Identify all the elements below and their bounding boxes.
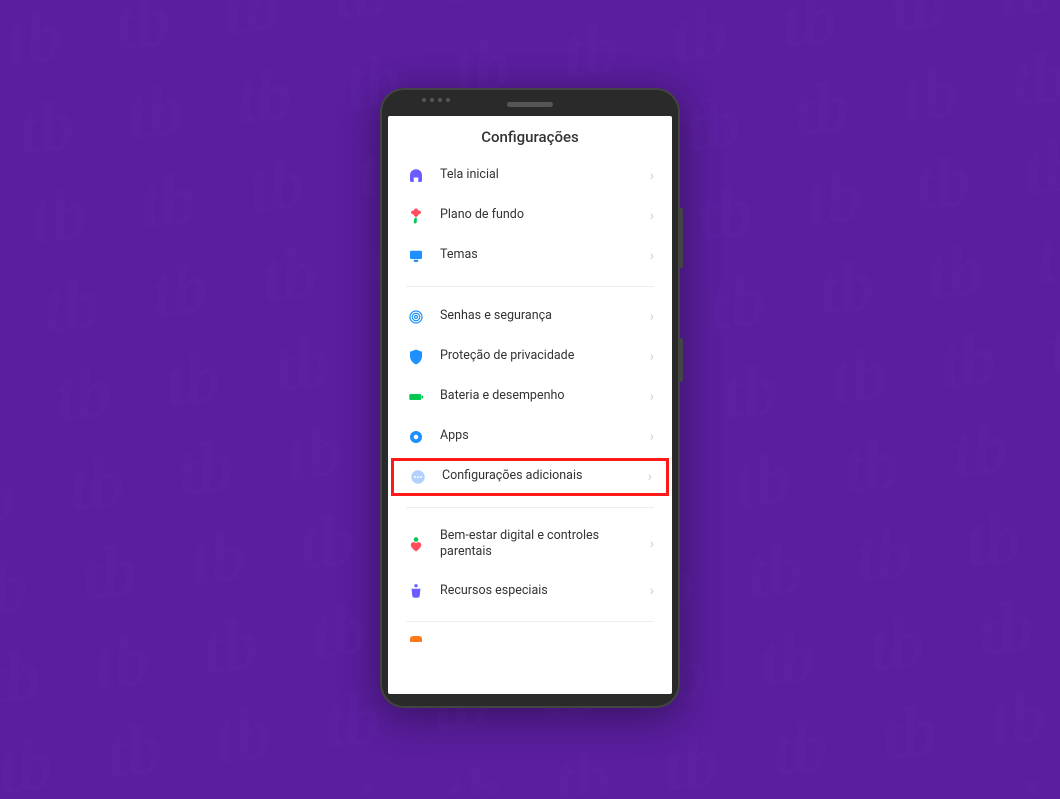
chevron-right-icon: › xyxy=(650,536,654,552)
chevron-right-icon: › xyxy=(650,168,654,184)
phone-speaker xyxy=(507,102,553,107)
settings-item-label: Recursos especiais xyxy=(440,583,636,600)
settings-item-label: Proteção de privacidade xyxy=(440,348,636,365)
settings-section: Senhas e segurança › Proteção de privaci… xyxy=(388,297,672,497)
chevron-right-icon: › xyxy=(650,309,654,325)
section-divider xyxy=(406,621,654,622)
gear-icon xyxy=(406,427,426,447)
section-divider xyxy=(406,286,654,287)
home-icon xyxy=(406,166,426,186)
volume-button xyxy=(680,208,683,268)
heart-person-icon xyxy=(406,534,426,554)
page-title: Configurações xyxy=(388,116,672,156)
dots-icon xyxy=(408,467,428,487)
settings-item-themes[interactable]: Temas › xyxy=(388,236,672,276)
bag-icon xyxy=(406,581,426,601)
phone-frame: Configurações Tela inicial › Plano de fu… xyxy=(380,88,680,708)
shield-icon xyxy=(406,347,426,367)
fingerprint-icon xyxy=(406,307,426,327)
unknown-icon xyxy=(406,632,426,642)
power-button xyxy=(680,338,683,382)
settings-item-wallpaper[interactable]: Plano de fundo › xyxy=(388,196,672,236)
settings-item-wellbeing[interactable]: Bem-estar digital e controles parentais … xyxy=(388,518,672,572)
settings-item-label: Temas xyxy=(440,247,636,264)
settings-item-label: Configurações adicionais xyxy=(442,468,634,485)
settings-item-additional[interactable]: Configurações adicionais › xyxy=(390,457,670,497)
chevron-right-icon: › xyxy=(650,429,654,445)
settings-item-peek[interactable] xyxy=(388,632,672,642)
chevron-right-icon: › xyxy=(650,583,654,599)
settings-item-apps[interactable]: Apps › xyxy=(388,417,672,457)
settings-item-label: Plano de fundo xyxy=(440,207,636,224)
chevron-right-icon: › xyxy=(650,208,654,224)
battery-icon xyxy=(406,387,426,407)
settings-item-special[interactable]: Recursos especiais › xyxy=(388,571,672,611)
settings-item-label: Bateria e desempenho xyxy=(440,388,636,405)
settings-item-security[interactable]: Senhas e segurança › xyxy=(388,297,672,337)
settings-item-label: Bem-estar digital e controles parentais xyxy=(440,528,636,562)
flower-icon xyxy=(406,206,426,226)
theme-icon xyxy=(406,246,426,266)
settings-item-label: Tela inicial xyxy=(440,167,636,184)
settings-section: Tela inicial › Plano de fundo › Temas › xyxy=(388,156,672,276)
chevron-right-icon: › xyxy=(650,389,654,405)
chevron-right-icon: › xyxy=(650,349,654,365)
settings-item-home[interactable]: Tela inicial › xyxy=(388,156,672,196)
chevron-right-icon: › xyxy=(650,248,654,264)
settings-item-privacy[interactable]: Proteção de privacidade › xyxy=(388,337,672,377)
settings-section xyxy=(388,632,672,642)
settings-item-label: Apps xyxy=(440,428,636,445)
settings-section: Bem-estar digital e controles parentais … xyxy=(388,518,672,612)
section-divider xyxy=(406,507,654,508)
chevron-right-icon: › xyxy=(648,469,652,485)
phone-screen: Configurações Tela inicial › Plano de fu… xyxy=(388,116,672,694)
settings-item-label: Senhas e segurança xyxy=(440,308,636,325)
settings-item-battery[interactable]: Bateria e desempenho › xyxy=(388,377,672,417)
sensor-dots xyxy=(422,98,450,102)
